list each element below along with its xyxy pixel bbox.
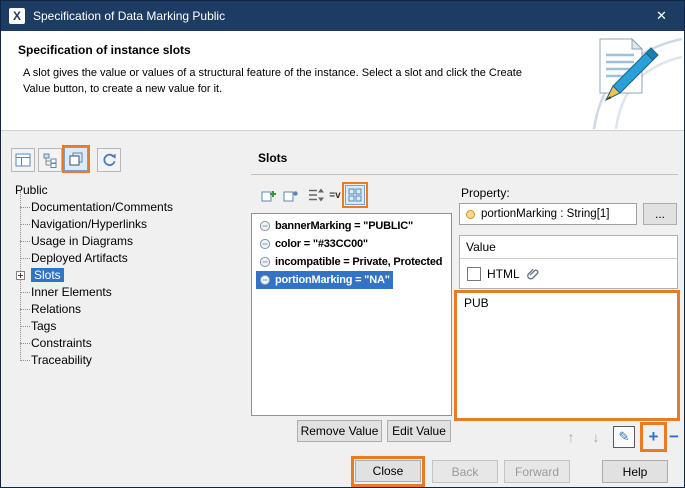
window-title: Specification of Data Marking Public (33, 1, 225, 31)
annotation-highlight-add-value: + (640, 422, 667, 452)
tree-item-deployed-artifacts[interactable]: Deployed Artifacts (9, 250, 244, 267)
title-bar: X Specification of Data Marking Public ✕ (1, 1, 684, 31)
tree-item-usage-in-diagrams[interactable]: Usage in Diagrams (9, 233, 244, 250)
tree-item-navigation[interactable]: Navigation/Hyperlinks (9, 216, 244, 233)
tree-item-traceability[interactable]: Traceability (9, 352, 244, 369)
tree-item-relations[interactable]: Relations (9, 301, 244, 318)
document-pencil-icon (550, 31, 682, 129)
remove-value-icon-button[interactable]: − (665, 426, 683, 448)
tree-item-tags[interactable]: Tags (9, 318, 244, 335)
tree-item-slots[interactable]: Slots (9, 267, 244, 284)
slot-item-banner-marking[interactable]: bannerMarking = "PUBLIC" (252, 217, 451, 235)
help-button[interactable]: Help (602, 460, 668, 483)
slot-item-incompatible[interactable]: incompatible = Private, Protected (252, 253, 451, 271)
browse-property-button[interactable]: ... (643, 203, 677, 225)
expand-icon[interactable] (16, 271, 25, 280)
value-panel: Value HTML (459, 235, 678, 289)
slots-list: bannerMarking = "PUBLIC" color = "#33CC0… (251, 213, 452, 416)
tree-item-public[interactable]: Public (9, 182, 244, 199)
tree-view-icon[interactable] (38, 148, 62, 172)
specification-tree: Public Documentation/Comments Navigation… (9, 182, 244, 374)
create-default-value-icon[interactable] (281, 185, 301, 205)
tree-item-constraints[interactable]: Constraints (9, 335, 244, 352)
reorder-icon[interactable] (306, 185, 326, 205)
header-description-line2: Value button, to create a new value for … (23, 81, 522, 97)
back-button: Back (432, 460, 498, 483)
specification-dialog: X Specification of Data Marking Public ✕… (0, 0, 685, 488)
property-field[interactable]: portionMarking : String[1] (459, 203, 637, 225)
slot-item-color[interactable]: color = "#33CC00" (252, 235, 451, 253)
html-checkbox-label: HTML (487, 267, 520, 281)
properties-view-icon[interactable] (11, 148, 35, 172)
dialog-header: Specification of instance slots A slot g… (1, 31, 684, 131)
annotation-highlight-close: Close (351, 456, 425, 487)
annotation-highlight-view-icon (62, 145, 90, 173)
html-checkbox[interactable] (467, 267, 481, 281)
property-label: Property: (461, 186, 510, 200)
refresh-icon[interactable] (97, 148, 121, 172)
header-description-line1: A slot gives the value or values of a st… (23, 65, 522, 81)
slot-icon (259, 238, 271, 250)
tree-item-inner-elements[interactable]: Inner Elements (9, 284, 244, 301)
header-description: A slot gives the value or values of a st… (23, 65, 522, 97)
remove-value-button[interactable]: Remove Value (297, 420, 382, 442)
move-value-down-button: ↓ (586, 426, 606, 448)
app-icon: X (9, 8, 25, 24)
slot-icon (259, 220, 271, 232)
property-icon (465, 209, 476, 220)
slot-icon (259, 256, 271, 268)
slot-icon (259, 274, 271, 286)
value-column-header: Value (460, 236, 677, 259)
slot-item-portion-marking[interactable]: portionMarking = "NA" (252, 271, 451, 289)
grid-view-icon[interactable] (345, 185, 365, 205)
annotation-highlight-value-editor: PUB (454, 290, 680, 421)
close-button[interactable]: Close (355, 460, 421, 482)
forward-button: Forward (504, 460, 570, 483)
edit-value-icon-button[interactable]: ✎ (613, 426, 635, 448)
tree-item-documentation[interactable]: Documentation/Comments (9, 199, 244, 216)
window-close-icon[interactable]: ✕ (639, 1, 684, 31)
compartments-view-icon[interactable] (64, 147, 88, 171)
annotation-highlight-grid-icon (342, 182, 368, 208)
value-text-editor[interactable]: PUB (457, 293, 677, 418)
edit-value-button[interactable]: Edit Value (387, 420, 451, 442)
header-title: Specification of instance slots (18, 43, 191, 57)
attachment-icon[interactable] (526, 267, 540, 281)
section-separator (251, 174, 678, 175)
move-value-up-button: ↑ (561, 426, 581, 448)
create-value-icon[interactable] (259, 185, 279, 205)
html-option-row: HTML (460, 260, 677, 288)
section-title: Slots (258, 151, 287, 165)
add-value-button[interactable]: + (643, 425, 664, 449)
